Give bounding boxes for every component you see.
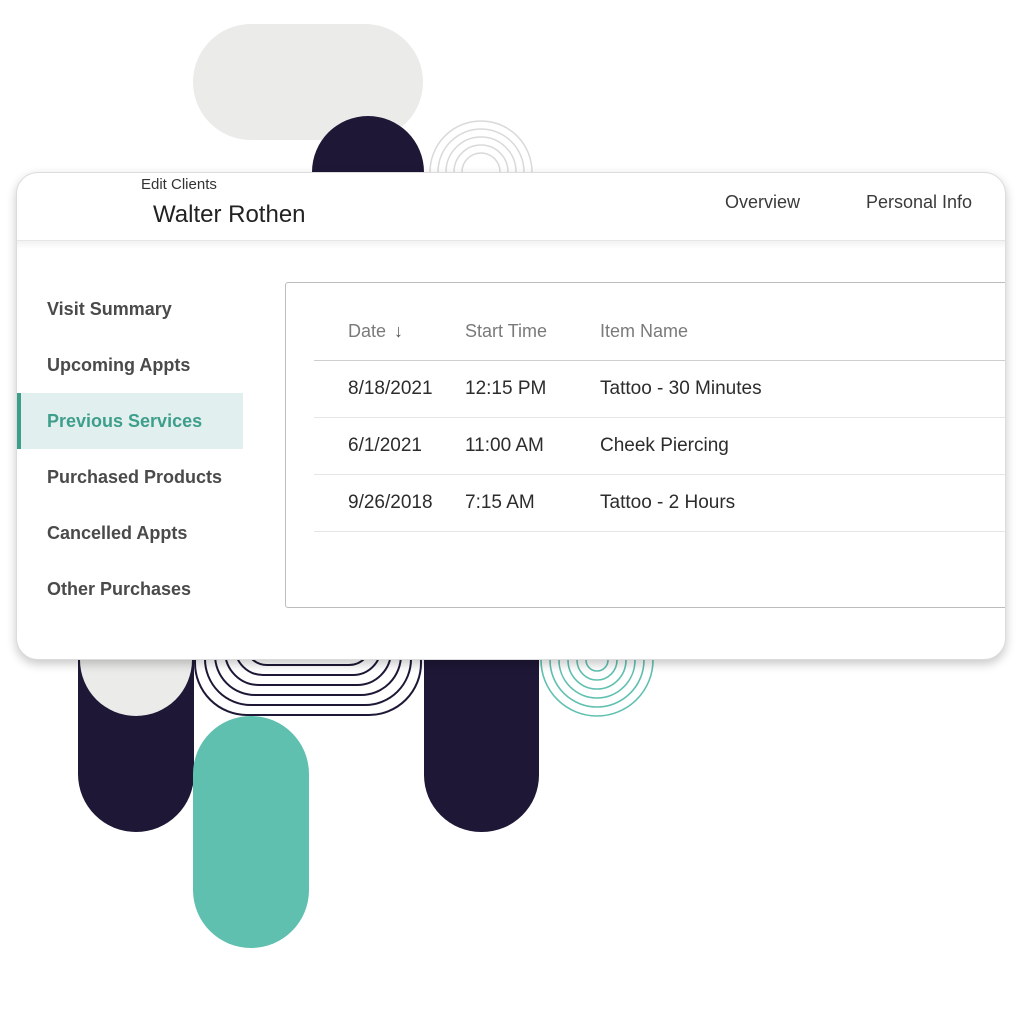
sidebar-item-visit-summary[interactable]: Visit Summary (17, 281, 243, 337)
stage: Edit Clients Walter Rothen Overview Pers… (0, 0, 1024, 1024)
table-row[interactable]: 6/1/2021 11:00 AM Cheek Piercing (314, 418, 1005, 475)
page-subtitle: Edit Clients (141, 176, 217, 193)
sidebar-item-other-purchases[interactable]: Other Purchases (17, 561, 243, 617)
concentric-arcs-top (429, 120, 533, 173)
table-header: Date ↓ Start Time Item Name (286, 283, 1005, 361)
client-card: Edit Clients Walter Rothen Overview Pers… (16, 172, 1006, 660)
arrow-down-icon[interactable]: ↓ (394, 321, 403, 342)
card-header: Edit Clients Walter Rothen Overview Pers… (17, 173, 1005, 241)
cell-start-time: 12:15 PM (465, 378, 547, 399)
cell-date: 6/1/2021 (348, 435, 422, 456)
sidebar-item-previous-services[interactable]: Previous Services (17, 393, 243, 449)
column-header-date-label: Date (348, 321, 387, 341)
column-header-date[interactable]: Date ↓ (348, 321, 403, 342)
client-name: Walter Rothen (153, 201, 306, 228)
cell-item-name: Tattoo - 2 Hours (600, 492, 736, 513)
sidebar-item-upcoming-appts[interactable]: Upcoming Appts (17, 337, 243, 393)
teal-pill-shape (193, 716, 309, 948)
table-row[interactable]: 8/18/2021 12:15 PM Tattoo - 30 Minutes (314, 361, 1005, 418)
cell-start-time: 7:15 AM (465, 492, 535, 513)
column-header-start-time[interactable]: Start Time (465, 321, 547, 342)
column-header-item-name[interactable]: Item Name (600, 321, 688, 342)
table-row[interactable]: 9/26/2018 7:15 AM Tattoo - 2 Hours (314, 475, 1005, 532)
cell-item-name: Tattoo - 30 Minutes (600, 378, 762, 399)
cell-start-time: 11:00 AM (465, 435, 544, 456)
cell-item-name: Cheek Piercing (600, 435, 729, 456)
table-body: 8/18/2021 12:15 PM Tattoo - 30 Minutes 6… (314, 361, 1005, 532)
services-table: Date ↓ Start Time Item Name 8/18/2021 12:… (285, 282, 1005, 608)
cell-date: 8/18/2021 (348, 378, 433, 399)
header-shadow (17, 241, 1005, 249)
tab-overview[interactable]: Overview (725, 192, 800, 213)
sidebar-item-cancelled-appts[interactable]: Cancelled Appts (17, 505, 243, 561)
tab-personal-info[interactable]: Personal Info (866, 192, 972, 213)
sidebar-item-purchased-products[interactable]: Purchased Products (17, 449, 243, 505)
cell-date: 9/26/2018 (348, 492, 433, 513)
sidebar-nav: Visit Summary Upcoming Appts Previous Se… (17, 281, 243, 617)
